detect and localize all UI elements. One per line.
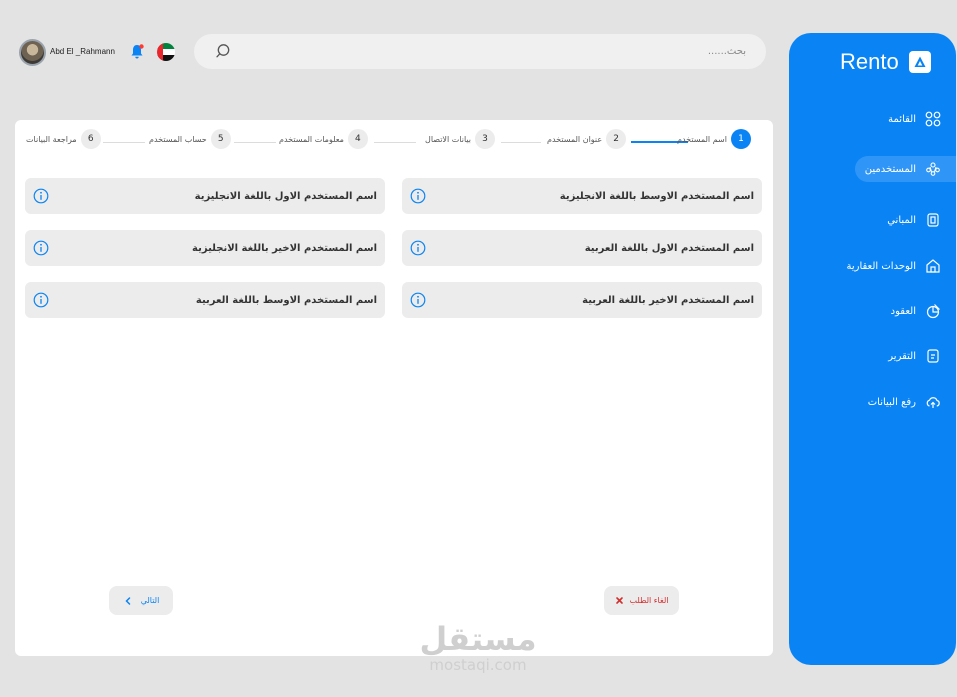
chevron-left-icon	[125, 596, 130, 605]
building-icon	[924, 211, 942, 229]
step-label: بيانات الاتصال	[425, 134, 472, 144]
search-bar[interactable]	[194, 34, 766, 69]
sidebar-item-label: العقود	[890, 305, 916, 317]
step-label: مراجعة البيانات	[26, 134, 77, 144]
form-card: 1 اسم المستخدم 2 عنوان المستخدم 3 بيانات…	[15, 120, 773, 656]
stepper-line	[103, 142, 145, 143]
field-last-name-ar[interactable]: اسم المستخدم الاخير باللغة العربية	[402, 282, 762, 318]
sidebar-item-units[interactable]: الوحدات العقارية	[846, 253, 942, 279]
field-label: اسم المستخدم الاوسط باللغة العربية	[195, 294, 377, 306]
field-label: اسم المستخدم الاوسط باللغة الانجليزية	[559, 190, 754, 202]
step-3[interactable]: 3 بيانات الاتصال	[425, 129, 496, 149]
search-input[interactable]	[266, 43, 746, 60]
watermark-english: mostaqi.com	[429, 656, 527, 674]
report-icon	[924, 347, 942, 365]
sidebar-item-label: المستخدمين	[864, 163, 916, 175]
triangle-logo-icon	[908, 51, 931, 73]
sidebar: Rento القائمة المستخدمين المباني الوحدات…	[789, 33, 956, 665]
watermark-arabic: مستقل	[419, 620, 537, 658]
stepper-line	[501, 142, 541, 143]
sidebar-item-label: المباني	[887, 214, 916, 226]
step-label: اسم المستخدم	[677, 134, 727, 144]
brand[interactable]: Rento	[840, 48, 931, 76]
sidebar-item-upload[interactable]: رفع البيانات	[868, 389, 942, 415]
field-middle-name-ar[interactable]: اسم المستخدم الاوسط باللغة العربية	[25, 282, 385, 318]
field-middle-name-en[interactable]: اسم المستخدم الاوسط باللغة الانجليزية	[402, 178, 762, 214]
contract-icon	[924, 302, 942, 320]
step-label: حساب المستخدم	[149, 134, 207, 144]
sidebar-item-label: التقرير	[888, 350, 916, 362]
sidebar-item-label: رفع البيانات	[867, 396, 916, 408]
cancel-request-button[interactable]: الغاء الطلب	[604, 586, 679, 615]
step-label: عنوان المستخدم	[547, 134, 603, 144]
field-first-name-ar[interactable]: اسم المستخدم الاول باللغة العربية	[402, 230, 762, 266]
field-label: اسم المستخدم الاخير باللغة العربية	[582, 294, 754, 306]
step-number: 3	[475, 129, 496, 149]
stepper-line	[234, 142, 276, 143]
info-icon[interactable]	[33, 240, 49, 256]
avatar[interactable]	[19, 39, 46, 66]
sidebar-item-label: القائمة	[888, 113, 916, 125]
sidebar-item-buildings[interactable]: المباني	[887, 207, 942, 233]
stepper-line	[374, 142, 416, 143]
field-label: اسم المستخدم الاول باللغة الانجليزية	[194, 190, 377, 202]
upload-cloud-icon	[924, 393, 942, 411]
step-5[interactable]: 5 حساب المستخدم	[149, 129, 231, 149]
step-number: 5	[210, 129, 231, 149]
info-icon[interactable]	[33, 188, 49, 204]
info-icon[interactable]	[410, 292, 426, 308]
step-label: معلومات المستخدم	[279, 134, 344, 144]
search-icon[interactable]	[215, 43, 231, 59]
step-6[interactable]: 6 مراجعة البيانات	[26, 129, 101, 149]
field-label: اسم المستخدم الاول باللغة العربية	[584, 242, 754, 254]
watermark: مستقل mostaqi.com	[418, 622, 538, 674]
users-icon	[924, 160, 942, 178]
sidebar-item-report[interactable]: التقرير	[888, 343, 942, 369]
step-1[interactable]: 1 اسم المستخدم	[677, 129, 751, 149]
info-icon[interactable]	[410, 188, 426, 204]
user-name: Abd El _Rahmann	[50, 47, 115, 56]
grid-icon	[924, 110, 942, 128]
brand-name: Rento	[840, 49, 899, 74]
field-label: اسم المستخدم الاخير باللغة الانجليزية	[192, 242, 377, 254]
next-label: التالي	[140, 596, 160, 605]
step-number: 6	[80, 129, 101, 149]
step-number: 4	[347, 129, 368, 149]
close-icon	[615, 597, 623, 604]
step-number: 2	[606, 129, 627, 149]
uae-flag-icon[interactable]	[157, 43, 175, 61]
step-2[interactable]: 2 عنوان المستخدم	[547, 129, 627, 149]
step-4[interactable]: 4 معلومات المستخدم	[279, 129, 368, 149]
home-icon	[924, 257, 942, 275]
info-icon[interactable]	[33, 292, 49, 308]
step-number: 1	[730, 129, 751, 149]
bell-icon[interactable]	[130, 44, 144, 60]
info-icon[interactable]	[410, 240, 426, 256]
field-last-name-en[interactable]: اسم المستخدم الاخير باللغة الانجليزية	[25, 230, 385, 266]
cancel-label: الغاء الطلب	[629, 596, 669, 605]
sidebar-item-users[interactable]: المستخدمين	[854, 156, 956, 182]
sidebar-item-label: الوحدات العقارية	[846, 260, 916, 272]
sidebar-item-contracts[interactable]: العقود	[891, 298, 942, 324]
field-first-name-en[interactable]: اسم المستخدم الاول باللغة الانجليزية	[25, 178, 385, 214]
next-button[interactable]: التالي	[109, 586, 173, 615]
sidebar-item-menu[interactable]: القائمة	[888, 106, 942, 132]
